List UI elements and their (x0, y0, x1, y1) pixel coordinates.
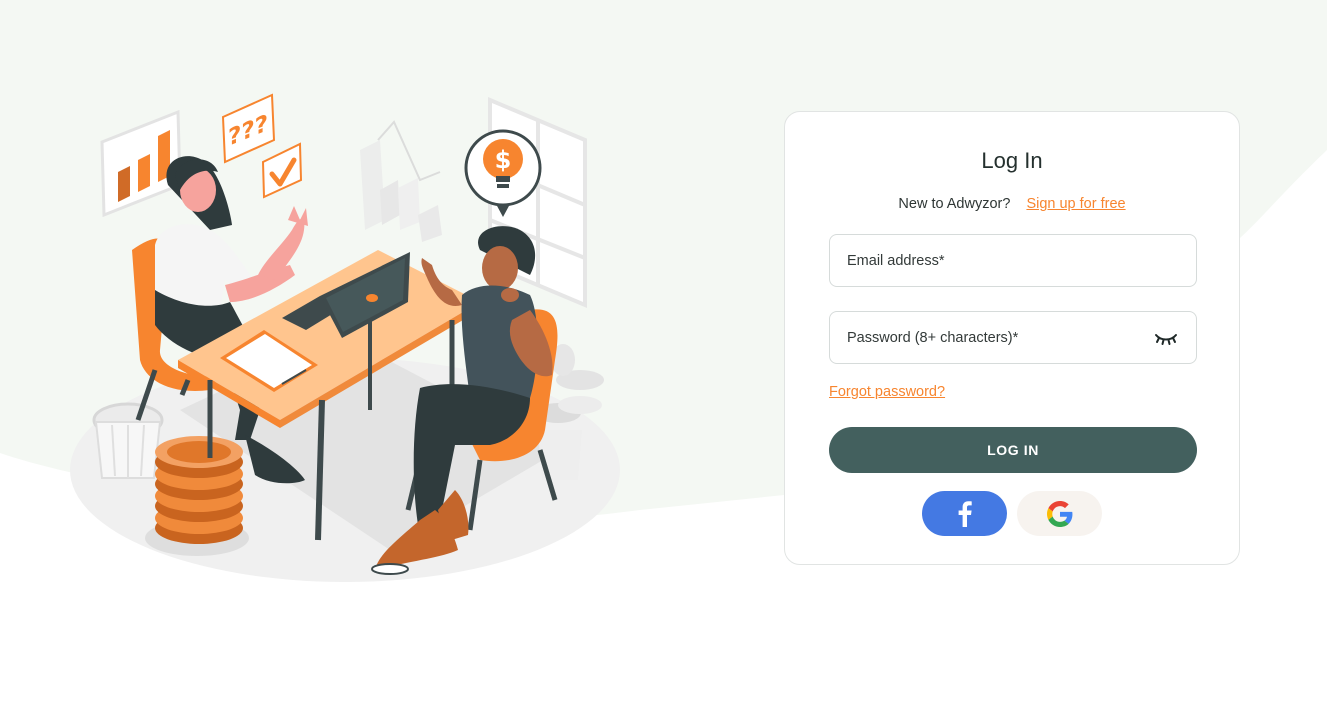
forgot-password-link[interactable]: Forgot password? (829, 382, 945, 402)
business-meeting-illustration: ??? $ (70, 93, 620, 582)
email-placeholder: Email address* (847, 253, 945, 269)
facebook-icon (958, 500, 972, 527)
google-icon (1046, 500, 1072, 527)
question-card: ??? (221, 93, 276, 164)
email-field[interactable]: Email address* (829, 234, 1197, 287)
eye-closed-icon[interactable] (1154, 330, 1178, 346)
login-button[interactable]: LOG IN (829, 427, 1197, 473)
check-card (261, 142, 303, 199)
password-placeholder: Password (8+ characters)* (847, 330, 1019, 346)
login-title: Log In (981, 148, 1043, 173)
wastebasket (92, 402, 164, 479)
google-login-button[interactable] (1017, 491, 1102, 536)
bar-chart-board (100, 109, 182, 218)
coin-stack (145, 436, 249, 556)
block-chart-background (360, 120, 442, 242)
currency-symbol-text: $ (495, 146, 512, 174)
signup-prompt-line: New to Adwyzor? Sign up for free (785, 194, 1239, 214)
password-field[interactable]: Password (8+ characters)* (829, 311, 1197, 364)
facebook-login-button[interactable] (922, 491, 1007, 536)
signup-link[interactable]: Sign up for free (1026, 196, 1125, 212)
login-card: Log In New to Adwyzor? Sign up for free E… (784, 111, 1240, 565)
signup-prompt-text: New to Adwyzor? (898, 196, 1011, 212)
